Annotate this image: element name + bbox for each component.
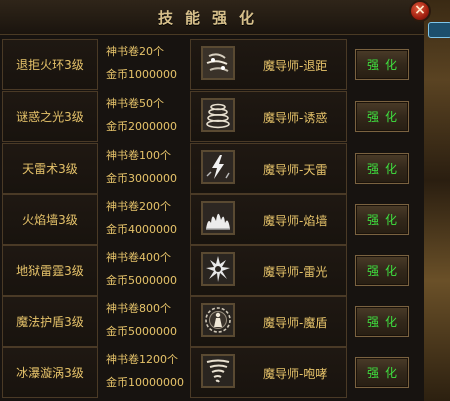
- lightning-icon: [201, 150, 235, 184]
- book-cost: 神书卷100个: [106, 149, 171, 162]
- skill-name: 魔法护盾3级: [2, 296, 98, 347]
- book-cost: 神书卷20个: [106, 45, 164, 58]
- result-skill-label: 魔导师-焰墙: [263, 214, 328, 228]
- window-title: 技能强化: [157, 9, 266, 27]
- skill-cost: 神书卷800个 金币5000000: [100, 296, 188, 347]
- skill-name: 地狱雷霆3级: [2, 245, 98, 296]
- gold-cost: 金币5000000: [106, 274, 177, 287]
- skill-cost: 神书卷50个 金币2000000: [100, 91, 188, 142]
- result-skill-label: 魔导师-诱惑: [263, 111, 328, 125]
- strengthen-button[interactable]: 强化: [355, 49, 409, 80]
- skill-cost: 神书卷1200个 金币10000000: [100, 347, 188, 398]
- book-cost: 神书卷50个: [106, 97, 164, 110]
- book-cost: 神书卷1200个: [106, 353, 178, 366]
- skill-row: 谜惑之光3级 神书卷50个 金币2000000 魔导师-诱惑 强化: [0, 88, 424, 145]
- gold-cost: 金币4000000: [106, 223, 177, 236]
- skill-row: 退拒火环3级 神书卷20个 金币1000000 魔导师-退距 强化: [0, 36, 424, 93]
- gold-cost: 金币5000000: [106, 325, 177, 338]
- result-skill: 魔导师-咆哮: [190, 347, 347, 398]
- tornado-icon: [201, 354, 235, 388]
- gold-cost: 金币1000000: [106, 68, 177, 81]
- result-skill-label: 魔导师-退距: [263, 59, 328, 73]
- result-skill: 魔导师-焰墙: [190, 194, 347, 245]
- result-skill: 魔导师-退距: [190, 39, 347, 90]
- skill-cost: 神书卷100个 金币3000000: [100, 143, 188, 194]
- thunder-burst-icon: [201, 252, 235, 286]
- skill-name: 天雷术3级: [2, 143, 98, 194]
- skill-row: 天雷术3级 神书卷100个 金币3000000 魔导师-天雷 强化: [0, 140, 424, 197]
- gold-cost: 金币3000000: [106, 172, 177, 185]
- result-skill-label: 魔导师-魔盾: [263, 316, 328, 330]
- strengthen-button[interactable]: 强化: [355, 306, 409, 337]
- result-skill-label: 魔导师-雷光: [263, 265, 328, 279]
- book-cost: 神书卷400个: [106, 251, 171, 264]
- side-badge-icon: [428, 22, 450, 38]
- title-bar: 技能强化: [0, 0, 424, 35]
- skill-name: 谜惑之光3级: [2, 91, 98, 142]
- close-icon[interactable]: ×: [409, 0, 431, 22]
- strengthen-button[interactable]: 强化: [355, 101, 409, 132]
- skill-enhance-window: 技能强化 退拒火环3级 神书卷20个 金币1000000 魔导师-退距 强化 谜…: [0, 0, 425, 401]
- strengthen-button[interactable]: 强化: [355, 204, 409, 235]
- background-scene: [424, 0, 450, 401]
- strengthen-button[interactable]: 强化: [355, 153, 409, 184]
- result-skill: 魔导师-魔盾: [190, 296, 347, 347]
- shield-figure-icon: [201, 303, 235, 337]
- skill-row: 地狱雷霆3级 神书卷400个 金币5000000 魔导师-雷光 强化: [0, 242, 424, 299]
- skill-cost: 神书卷400个 金币5000000: [100, 245, 188, 296]
- skill-cost: 神书卷20个 金币1000000: [100, 39, 188, 90]
- flame-wall-icon: [201, 201, 235, 235]
- book-cost: 神书卷800个: [106, 302, 171, 315]
- skill-row: 冰瀑漩涡3级 神书卷1200个 金币10000000 魔导师-咆哮 强化: [0, 344, 424, 401]
- skill-row: 魔法护盾3级 神书卷800个 金币5000000 魔导师-魔盾 强化: [0, 293, 424, 350]
- result-skill: 魔导师-天雷: [190, 143, 347, 194]
- result-skill: 魔导师-诱惑: [190, 91, 347, 142]
- skill-row: 火焰墙3级 神书卷200个 金币4000000 魔导师-焰墙 强化: [0, 191, 424, 248]
- strengthen-button[interactable]: 强化: [355, 357, 409, 388]
- gold-cost: 金币2000000: [106, 120, 177, 133]
- stacked-rings-icon: [201, 98, 235, 132]
- wind-swirl-icon: [201, 46, 235, 80]
- gold-cost: 金币10000000: [106, 376, 184, 389]
- skill-name: 冰瀑漩涡3级: [2, 347, 98, 398]
- skill-cost: 神书卷200个 金币4000000: [100, 194, 188, 245]
- result-skill-label: 魔导师-天雷: [263, 163, 328, 177]
- result-skill: 魔导师-雷光: [190, 245, 347, 296]
- skill-name: 退拒火环3级: [2, 39, 98, 90]
- strengthen-button[interactable]: 强化: [355, 255, 409, 286]
- book-cost: 神书卷200个: [106, 200, 171, 213]
- skill-name: 火焰墙3级: [2, 194, 98, 245]
- result-skill-label: 魔导师-咆哮: [263, 367, 328, 381]
